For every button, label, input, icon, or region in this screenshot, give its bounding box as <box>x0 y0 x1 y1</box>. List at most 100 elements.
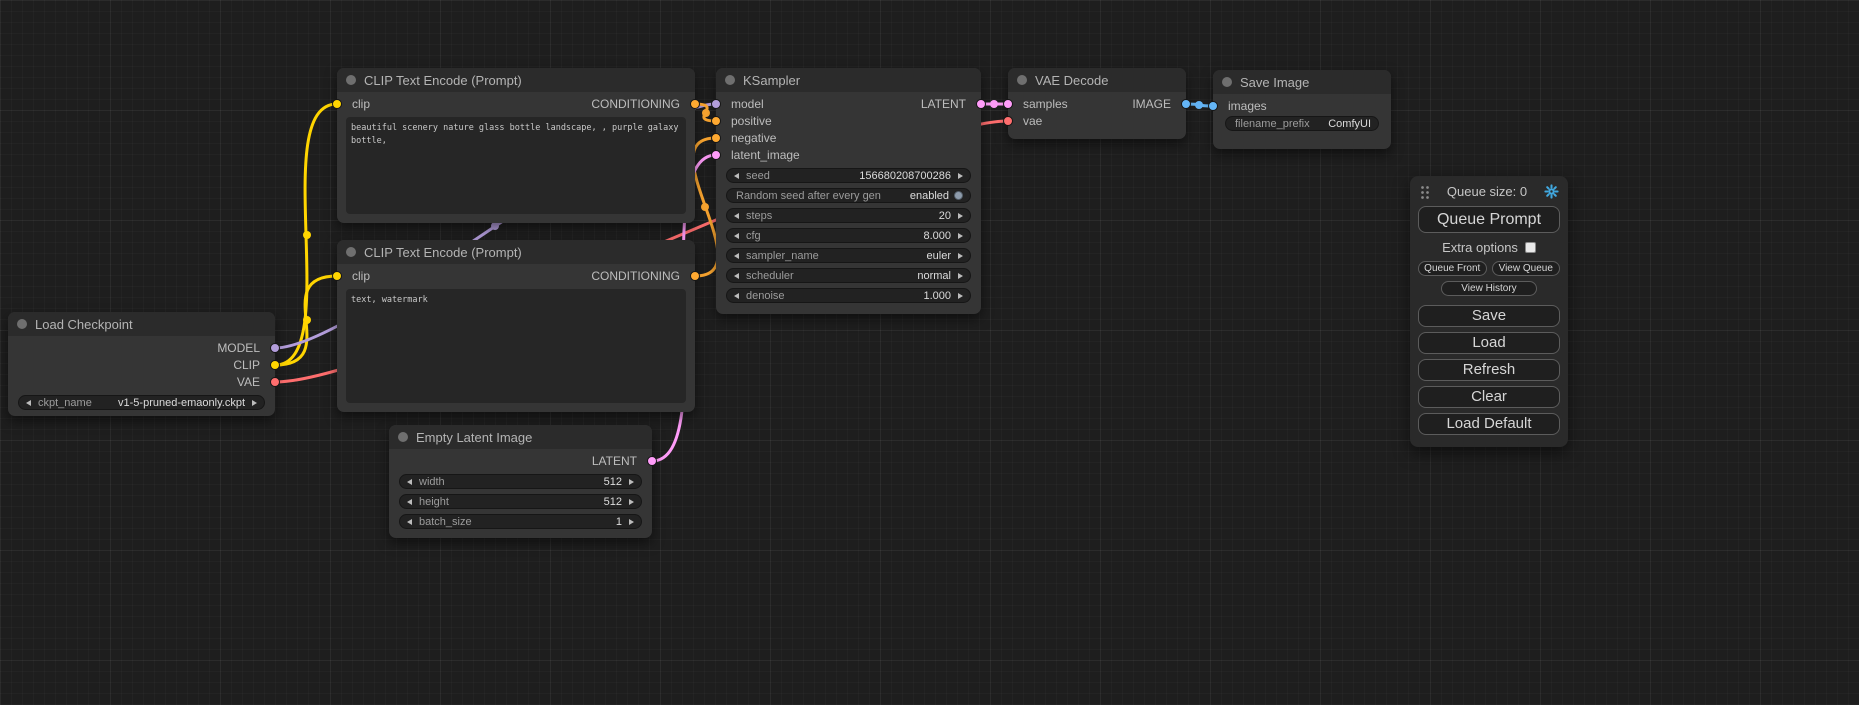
widget-steps[interactable]: steps 20 <box>726 208 971 223</box>
decrement-arrow-icon[interactable] <box>734 233 739 239</box>
node-empty-latent-image[interactable]: Empty Latent Image LATENT width 512 heig… <box>389 425 652 538</box>
decrement-arrow-icon[interactable] <box>407 479 412 485</box>
toggle-knob-icon[interactable] <box>954 191 963 200</box>
output-slot-model: MODEL <box>8 339 275 356</box>
increment-arrow-icon[interactable] <box>958 293 963 299</box>
graph-canvas[interactable]: Load Checkpoint MODEL CLIP VAE ckpt_name… <box>0 0 1859 705</box>
widget-cfg[interactable]: cfg 8.000 <box>726 228 971 243</box>
output-port-model[interactable] <box>270 343 280 353</box>
output-slot-conditioning: CONDITIONING <box>516 95 695 113</box>
increment-arrow-icon[interactable] <box>629 519 634 525</box>
decrement-arrow-icon[interactable] <box>407 519 412 525</box>
node-header[interactable]: Load Checkpoint <box>8 312 275 336</box>
node-save-image[interactable]: Save Image images filename_prefix ComfyU… <box>1213 70 1391 149</box>
decrement-arrow-icon[interactable] <box>407 499 412 505</box>
node-collapse-dot-icon[interactable] <box>1222 77 1232 87</box>
increment-arrow-icon[interactable] <box>958 173 963 179</box>
input-port-negative[interactable] <box>711 133 721 143</box>
link-midpoint-dot <box>1195 101 1203 109</box>
widget-random-seed-toggle[interactable]: Random seed after every gen enabled <box>726 188 971 203</box>
queue-prompt-button[interactable]: Queue Prompt <box>1418 206 1560 233</box>
node-header[interactable]: VAE Decode <box>1008 68 1186 92</box>
load-button[interactable]: Load <box>1418 332 1560 354</box>
node-clip-text-encode-negative[interactable]: CLIP Text Encode (Prompt) clip CONDITION… <box>337 240 695 412</box>
slot-label: model <box>731 97 764 111</box>
widget-label: batch_size <box>419 516 472 528</box>
input-port-images[interactable] <box>1208 101 1218 111</box>
decrement-arrow-icon[interactable] <box>734 213 739 219</box>
node-ksampler[interactable]: KSampler LATENT model positive negative … <box>716 68 981 314</box>
extra-options-checkbox[interactable] <box>1525 242 1536 253</box>
widget-value: 8.000 <box>923 230 951 242</box>
widget-batch-size[interactable]: batch_size 1 <box>399 514 642 529</box>
decrement-arrow-icon[interactable] <box>26 400 31 406</box>
node-collapse-dot-icon[interactable] <box>346 75 356 85</box>
widget-value: 1 <box>616 516 622 528</box>
decrement-arrow-icon[interactable] <box>734 273 739 279</box>
input-slot-clip: clip <box>337 95 516 113</box>
widget-height[interactable]: height 512 <box>399 494 642 509</box>
widget-label: ckpt_name <box>38 397 92 409</box>
decrement-arrow-icon[interactable] <box>734 253 739 259</box>
input-port-latent-image[interactable] <box>711 150 721 160</box>
increment-arrow-icon[interactable] <box>958 233 963 239</box>
input-port-model[interactable] <box>711 99 721 109</box>
node-vae-decode[interactable]: VAE Decode IMAGE samples vae <box>1008 68 1186 139</box>
node-header[interactable]: Empty Latent Image <box>389 425 652 449</box>
widget-width[interactable]: width 512 <box>399 474 642 489</box>
node-collapse-dot-icon[interactable] <box>17 319 27 329</box>
increment-arrow-icon[interactable] <box>958 253 963 259</box>
node-title: CLIP Text Encode (Prompt) <box>364 245 522 260</box>
increment-arrow-icon[interactable] <box>252 400 257 406</box>
node-header[interactable]: CLIP Text Encode (Prompt) <box>337 240 695 264</box>
node-header[interactable]: Save Image <box>1213 70 1391 94</box>
prompt-textarea[interactable]: beautiful scenery nature glass bottle la… <box>346 117 686 214</box>
increment-arrow-icon[interactable] <box>629 499 634 505</box>
load-default-button[interactable]: Load Default <box>1418 413 1560 435</box>
input-port-samples[interactable] <box>1003 99 1013 109</box>
output-port-conditioning[interactable] <box>690 99 700 109</box>
output-port-conditioning[interactable] <box>690 271 700 281</box>
widget-value: ComfyUI <box>1328 118 1371 130</box>
output-slot-vae: VAE <box>8 373 275 390</box>
decrement-arrow-icon[interactable] <box>734 293 739 299</box>
node-header[interactable]: CLIP Text Encode (Prompt) <box>337 68 695 92</box>
output-port-latent[interactable] <box>647 456 657 466</box>
output-port-clip[interactable] <box>270 360 280 370</box>
input-port-vae[interactable] <box>1003 116 1013 126</box>
widget-denoise[interactable]: denoise 1.000 <box>726 288 971 303</box>
decrement-arrow-icon[interactable] <box>734 173 739 179</box>
input-port-clip[interactable] <box>332 99 342 109</box>
node-load-checkpoint[interactable]: Load Checkpoint MODEL CLIP VAE ckpt_name… <box>8 312 275 416</box>
increment-arrow-icon[interactable] <box>958 213 963 219</box>
clear-button[interactable]: Clear <box>1418 386 1560 408</box>
node-collapse-dot-icon[interactable] <box>1017 75 1027 85</box>
view-history-button[interactable]: View History <box>1441 281 1537 296</box>
save-button[interactable]: Save <box>1418 305 1560 327</box>
refresh-button[interactable]: Refresh <box>1418 359 1560 381</box>
view-queue-button[interactable]: View Queue <box>1492 261 1561 276</box>
increment-arrow-icon[interactable] <box>629 479 634 485</box>
settings-gear-icon[interactable] <box>1544 184 1559 199</box>
drag-handle-icon[interactable] <box>1419 184 1430 199</box>
input-port-clip[interactable] <box>332 271 342 281</box>
prompt-textarea[interactable]: text, watermark <box>346 289 686 403</box>
node-clip-text-encode-positive[interactable]: CLIP Text Encode (Prompt) clip CONDITION… <box>337 68 695 223</box>
increment-arrow-icon[interactable] <box>958 273 963 279</box>
widget-scheduler[interactable]: scheduler normal <box>726 268 971 283</box>
node-collapse-dot-icon[interactable] <box>725 75 735 85</box>
widget-sampler-name[interactable]: sampler_name euler <box>726 248 971 263</box>
output-port-vae[interactable] <box>270 377 280 387</box>
node-title: Load Checkpoint <box>35 317 133 332</box>
widget-value: 156680208700286 <box>859 170 951 182</box>
widget-filename-prefix[interactable]: filename_prefix ComfyUI <box>1225 116 1379 131</box>
widget-value: 1.000 <box>923 290 951 302</box>
node-header[interactable]: KSampler <box>716 68 981 92</box>
widget-ckpt-name[interactable]: ckpt_name v1-5-pruned-emaonly.ckpt <box>18 395 265 410</box>
input-port-positive[interactable] <box>711 116 721 126</box>
node-title: Empty Latent Image <box>416 430 532 445</box>
node-collapse-dot-icon[interactable] <box>346 247 356 257</box>
queue-front-button[interactable]: Queue Front <box>1418 261 1487 276</box>
node-collapse-dot-icon[interactable] <box>398 432 408 442</box>
widget-seed[interactable]: seed 156680208700286 <box>726 168 971 183</box>
